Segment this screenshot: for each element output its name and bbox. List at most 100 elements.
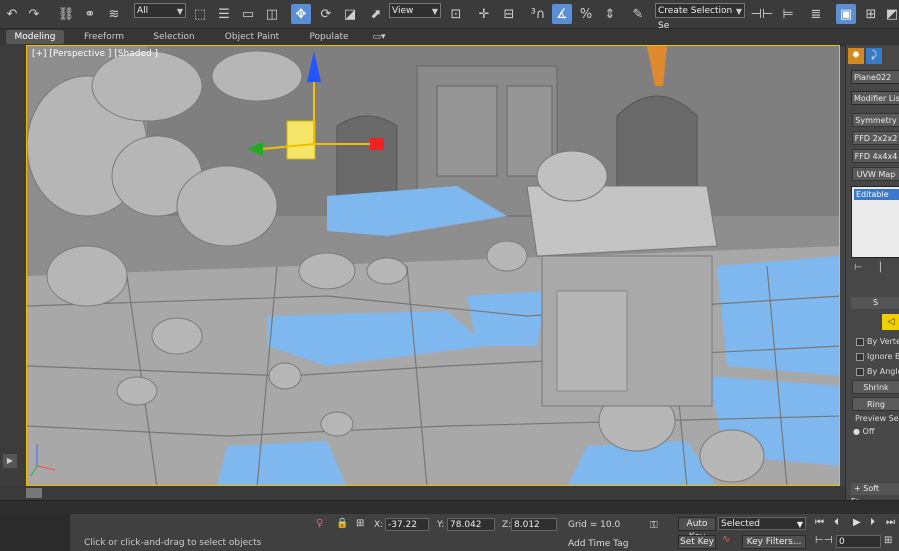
time-config-icon[interactable]: ⊞ [884,535,892,546]
current-frame-field[interactable]: 0 [836,535,881,548]
selection-filter-dropdown[interactable]: All ▼ [134,3,186,18]
rotate-icon[interactable]: ⟳ [316,4,336,24]
play-icon[interactable]: ▶ [853,517,861,528]
stone-pillar [526,150,718,407]
key-filters-button[interactable]: Key Filters... [742,535,806,549]
go-to-start-icon[interactable]: ⏮ [815,517,824,528]
default-tangent-icon[interactable]: ∿ [722,534,730,545]
selection-rollout-header[interactable]: S [851,297,899,309]
angle-snap-icon[interactable]: ∡ [552,4,572,24]
ribbon-options-icon[interactable]: ▭▾ [368,30,390,44]
reference-coord-dropdown[interactable]: View ▼ [389,3,441,18]
layer-manager-icon[interactable]: ≣ [806,4,826,24]
window-crossing-icon[interactable]: ◫ [262,4,282,24]
key-mode-dropdown[interactable]: Selected ▼ [718,517,806,530]
command-panel: ✹ ⤸ Plane022 Modifier List Symmetry FFD … [845,45,899,506]
tab-modeling[interactable]: Modeling [6,30,64,44]
pin-stack-icon[interactable]: ⊢ [854,263,862,273]
keyboard-shortcut-icon[interactable]: ⊟ [499,4,519,24]
select-object-icon[interactable]: ⬚ [190,4,210,24]
show-end-result-icon[interactable]: ⎮ [878,263,883,273]
ffd-2x2x2-button[interactable]: FFD 2x2x2 [852,131,899,145]
edit-named-selection-icon[interactable]: ✎ [628,4,648,24]
by-angle-checkbox[interactable]: By Angle [856,367,899,376]
link-icon[interactable]: ⛓ [56,4,76,24]
select-by-name-icon[interactable]: ☰ [214,4,234,24]
selection-lock-icon[interactable]: 🔒 [336,518,348,529]
viewport-label[interactable]: [+] [Perspective ] [Shaded ] [32,49,158,59]
track-bar[interactable] [0,500,899,515]
auto-key-button[interactable]: Auto Key [678,517,716,542]
pivot-center-icon[interactable]: ⊡ [446,4,466,24]
ribbon-tabs: Modeling Freeform Selection Object Paint… [0,29,899,46]
render-icon[interactable]: ◩ [882,4,899,24]
named-selection-sets-dropdown[interactable]: Create Selection Se ▼ [655,3,745,31]
modify-tab-icon[interactable]: ⤸ [866,48,882,64]
absolute-mode-icon[interactable]: ⊞ [356,518,364,529]
y-coord-field[interactable]: 78.042 [447,518,495,531]
spinner-snap-icon[interactable]: ⇕ [600,4,620,24]
shrink-button[interactable]: Shrink [852,380,899,394]
key-mode-toggle-icon[interactable]: ⊢⊣ [815,535,832,546]
ring-button[interactable]: Ring [852,397,899,411]
stack-item-editable[interactable]: Editable [854,189,899,200]
status-prompt: Click or click-and-drag to select object… [84,538,262,548]
soft-selection-rollout[interactable]: + Soft [851,483,899,495]
perspective-viewport[interactable] [26,45,840,486]
chevron-down-icon: ▼ [431,7,438,16]
go-to-end-icon[interactable]: ⏭ [886,517,895,528]
tab-object-paint[interactable]: Object Paint [220,30,284,44]
tab-freeform[interactable]: Freeform [78,30,130,44]
percent-snap-icon[interactable]: % [576,4,596,24]
symmetry-button[interactable]: Symmetry [852,113,899,127]
time-slider-thumb[interactable] [26,488,42,498]
chevron-down-icon: ▼ [176,7,183,16]
polygon-subobject-icon[interactable]: ◁ [882,314,899,330]
previous-frame-icon[interactable]: ⏴ [834,517,839,528]
mirror-icon[interactable]: ⊣⊢ [751,4,774,24]
ffd-4x4x4-button[interactable]: FFD 4x4x4 [852,149,899,163]
scale-icon[interactable]: ◪ [340,4,360,24]
rendered-frame-icon[interactable]: ⊞ [861,4,881,24]
preview-selection-label: Preview Sele [855,414,899,423]
z-coord-label: Z: [502,520,512,530]
align-icon[interactable]: ⊨ [778,4,798,24]
status-bar: Click or click-and-drag to select object… [0,514,899,551]
redo-icon[interactable]: ↷ [24,4,44,24]
unlink-icon[interactable]: ⚭ [80,4,100,24]
object-name-field[interactable]: Plane022 [851,70,899,84]
undo-icon[interactable]: ↶ [2,4,22,24]
modifier-list-dropdown[interactable]: Modifier List [851,91,899,105]
time-slider[interactable] [0,486,845,500]
key-icon[interactable]: ⚿ [650,520,658,531]
x-coord-field[interactable]: -37.22 [385,518,429,531]
place-icon[interactable]: ⬈ [366,4,386,24]
uvw-map-button[interactable]: UVW Map [852,167,899,181]
chevron-down-icon: ▼ [796,520,803,529]
tab-populate[interactable]: Populate [303,30,355,44]
ignore-backfacing-checkbox[interactable]: Ignore B [856,352,899,361]
move-icon[interactable]: ✥ [291,4,311,24]
main-toolbar: ↶ ↷ ⛓ ⚭ ≋ All ▼ ⬚ ☰ ▭ ◫ ✥ ⟳ ◪ ⬈ View ▼ ⊡ ✛… [0,0,899,31]
set-key-button[interactable]: Set Key [678,535,716,549]
modifier-stack[interactable]: Editable [851,186,899,258]
y-coord-label: Y: [437,520,445,530]
z-coord-field[interactable]: 8.012 [511,518,557,531]
isolate-selection-icon[interactable]: ♀ [316,518,323,529]
next-frame-icon[interactable]: ⏵ [870,517,875,528]
create-tab-icon[interactable]: ✹ [848,48,864,64]
render-setup-icon[interactable]: ▣ [836,4,856,24]
preview-off-radio[interactable]: ● Off [853,427,874,436]
snap-toggle-icon[interactable]: ³∩ [528,4,548,24]
add-time-tag-button[interactable]: Add Time Tag [568,539,628,549]
bind-space-warp-icon[interactable]: ≋ [104,4,124,24]
by-vertex-checkbox[interactable]: By Verte [856,337,899,346]
viewport-left-strip: ▶ [0,45,26,486]
rect-selection-icon[interactable]: ▭ [238,4,258,24]
tab-selection[interactable]: Selection [148,30,200,44]
select-manipulate-icon[interactable]: ✛ [474,4,494,24]
x-coord-label: X: [374,520,384,530]
expand-arrow-icon[interactable]: ▶ [3,454,17,468]
grid-size-label: Grid = 10.0 [568,520,621,530]
maxscript-listener[interactable] [0,514,70,551]
